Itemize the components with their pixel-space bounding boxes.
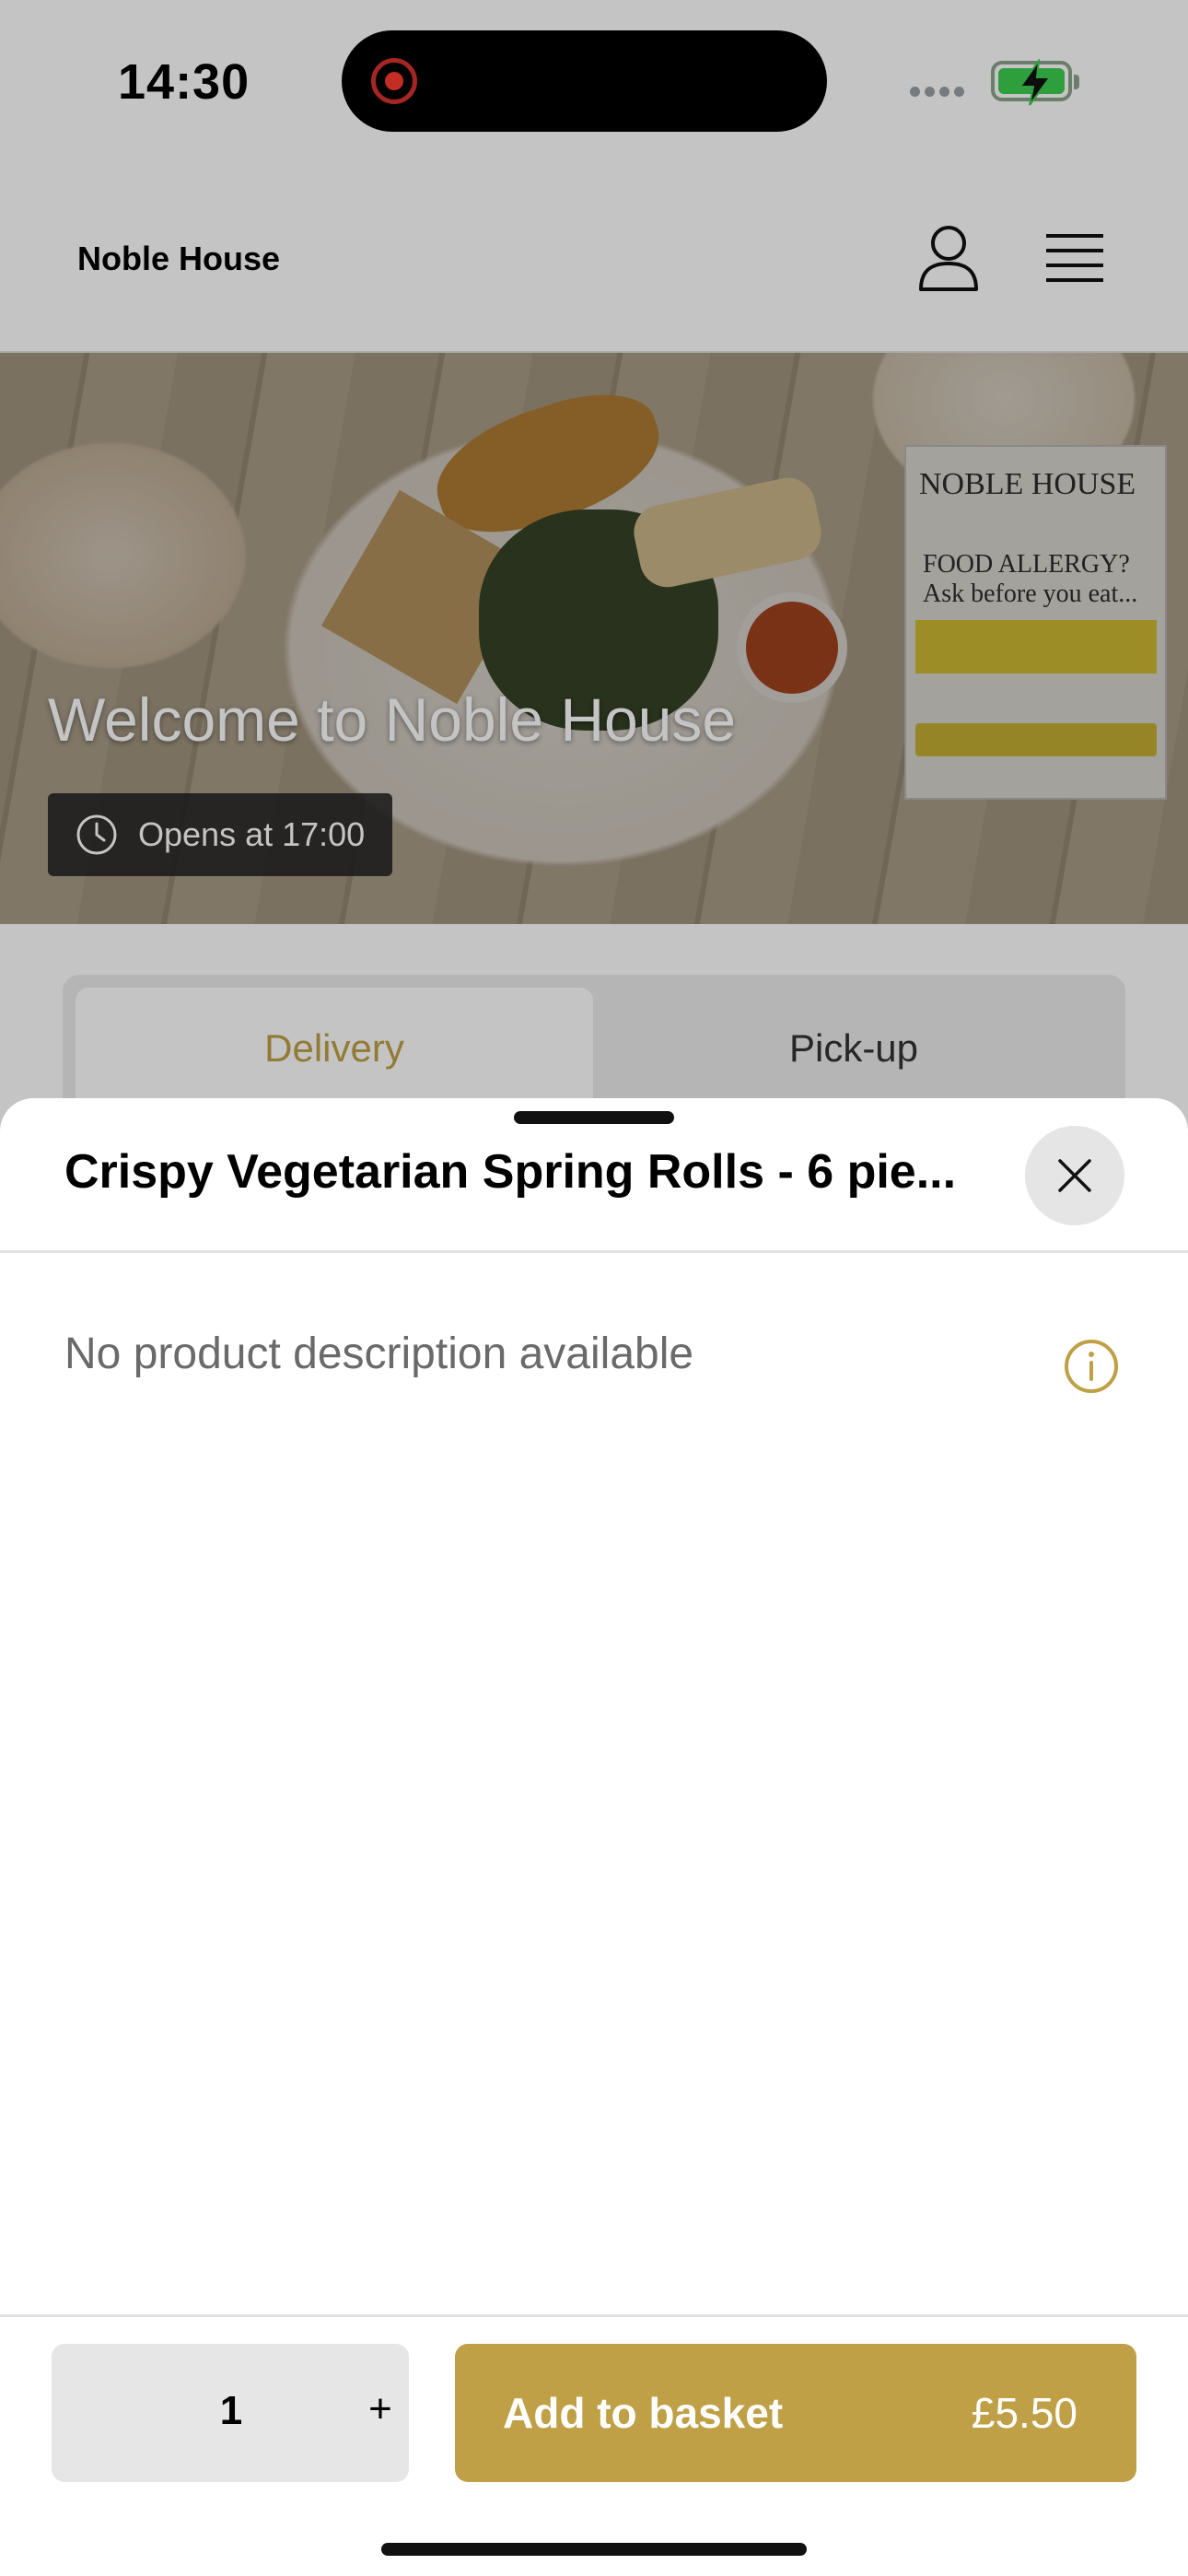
sheet-grabber[interactable] — [514, 1111, 674, 1124]
divider — [0, 1250, 1188, 1253]
increase-quantity-button[interactable]: + — [365, 2386, 396, 2432]
product-sheet: Crispy Vegetarian Spring Rolls - 6 pie..… — [0, 1098, 1188, 2576]
close-button[interactable] — [1025, 1126, 1124, 1225]
add-to-basket-label: Add to basket — [503, 2389, 784, 2437]
divider — [0, 2314, 1188, 2317]
product-description: No product description available — [64, 1329, 694, 1378]
product-title: Crispy Vegetarian Spring Rolls - 6 pie..… — [64, 1145, 957, 1199]
add-to-basket-button[interactable]: Add to basket £5.50 — [455, 2344, 1136, 2482]
quantity-stepper: 1 + — [52, 2344, 409, 2482]
info-icon[interactable] — [1063, 1338, 1120, 1395]
close-icon — [1058, 1159, 1091, 1192]
product-price: £5.50 — [971, 2389, 1077, 2437]
home-indicator — [381, 2543, 807, 2556]
quantity-value: 1 — [219, 2388, 243, 2433]
